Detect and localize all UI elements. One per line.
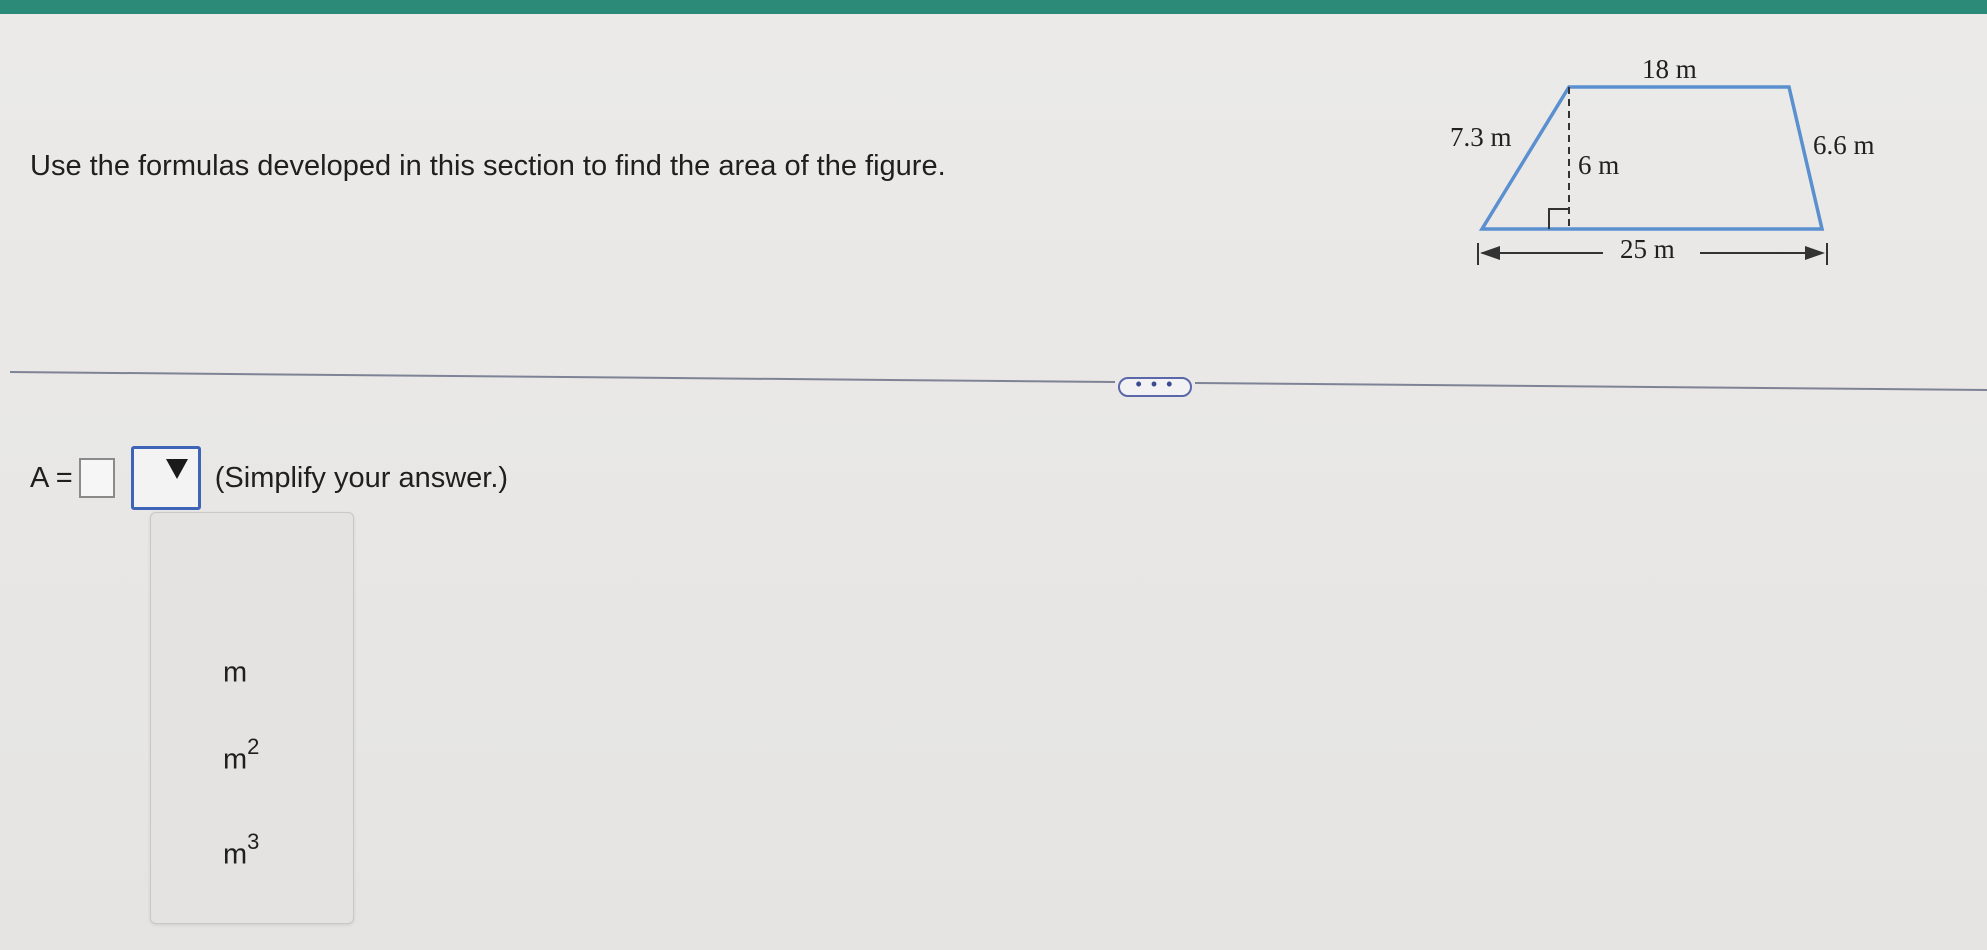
- top-accent-bar: [0, 0, 1987, 14]
- label-height: 6 m: [1578, 150, 1619, 180]
- unit-option-base: m: [223, 838, 248, 871]
- bottom-arrowhead-left: [1480, 246, 1500, 260]
- answer-label: A =: [30, 461, 73, 494]
- label-right-side: 6.6 m: [1813, 130, 1875, 160]
- triangle-down-icon: [165, 459, 188, 479]
- trapezoid-figure: 18 m 7.3 m 6.6 m 6 m 25 m: [1450, 54, 1875, 265]
- trapezoid-shape: [1478, 85, 1825, 231]
- section-divider: [10, 371, 1987, 391]
- question-text: Use the formulas developed in this secti…: [30, 150, 946, 182]
- right-angle-marker: [1548, 208, 1569, 229]
- label-bottom: 25 m: [1620, 234, 1675, 264]
- label-left-side: 7.3 m: [1450, 122, 1512, 152]
- unit-option-m[interactable]: m: [223, 651, 247, 690]
- simplify-hint: (Simplify your answer.): [214, 461, 509, 494]
- more-icon: • • •: [1135, 374, 1175, 394]
- unit-option-m2[interactable]: m2: [223, 734, 259, 777]
- label-top: 18 m: [1642, 54, 1697, 84]
- unit-option-base: m: [223, 743, 248, 776]
- unit-option-exponent: 3: [247, 829, 260, 854]
- answer-input[interactable]: [78, 458, 115, 498]
- unit-dropdown[interactable]: [130, 446, 201, 510]
- unit-dropdown-menu: m m2 m3: [150, 512, 354, 924]
- answer-row: A = (Simplify your answer.): [30, 446, 509, 510]
- problem-page: Use the formulas developed in this secti…: [0, 0, 1987, 950]
- unit-option-m3[interactable]: m3: [223, 829, 259, 872]
- unit-option-base: m: [223, 656, 248, 689]
- unit-option-exponent: 2: [247, 734, 260, 759]
- expand-button[interactable]: • • •: [1118, 374, 1192, 397]
- bottom-arrowhead-right: [1805, 246, 1825, 260]
